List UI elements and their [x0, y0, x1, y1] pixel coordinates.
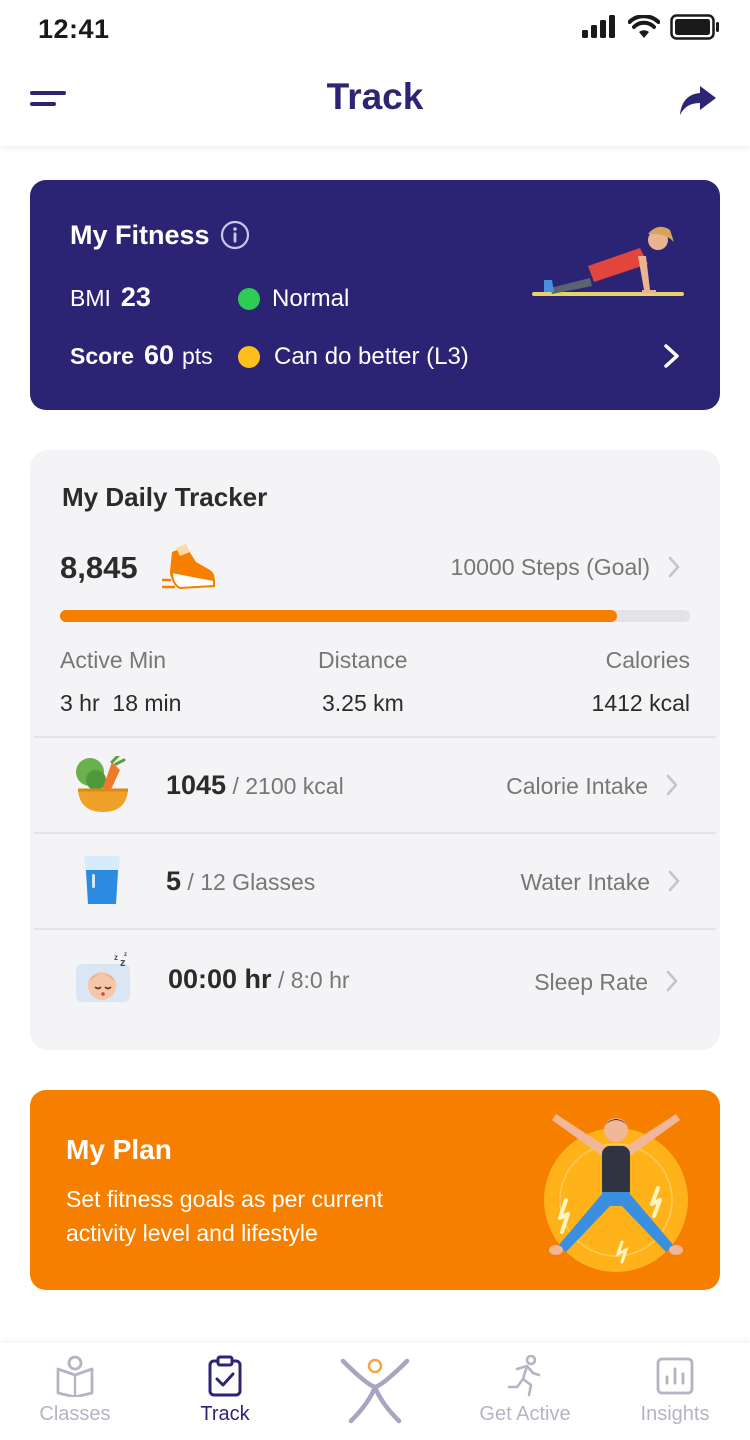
chevron-right-icon[interactable] [667, 870, 681, 892]
tracker-title: My Daily Tracker [62, 482, 268, 512]
jumping-person-illustration [544, 1114, 688, 1272]
status-time: 12:41 [38, 14, 110, 44]
salad-bowl-icon [76, 756, 128, 812]
chevron-right-icon[interactable] [667, 556, 681, 578]
score-row: Score 60 pts [70, 340, 213, 371]
running-shoe-icon [162, 544, 215, 590]
my-fitness-card[interactable]: My Fitness BMI 23 Normal Score 60 pts Ca… [30, 180, 720, 410]
nav-label: Get Active [479, 1403, 571, 1425]
sleep-goal: / 8:0 hr [277, 967, 350, 993]
calorie-intake-label[interactable]: Calorie Intake [506, 773, 648, 800]
chevron-right-icon[interactable] [665, 774, 679, 796]
nav-item-classes[interactable]: Classes [0, 1343, 150, 1440]
nav-item-track[interactable]: Track [150, 1343, 300, 1440]
svg-text:z: z [124, 952, 127, 958]
daily-tracker-card: My Daily Tracker 8,845 10000 Steps (Goal… [30, 450, 720, 1050]
calories-value: 1412 kcal [591, 690, 690, 716]
plank-exercise-illustration [532, 226, 684, 296]
calorie-consumed: 1045 [166, 770, 227, 800]
glasses-consumed: 5 [166, 866, 182, 896]
chevron-right-icon[interactable] [662, 343, 682, 369]
bmi-row: BMI 23 [70, 282, 151, 313]
svg-text:z: z [120, 957, 126, 969]
plan-description-line: activity level and lifestyle [66, 1220, 318, 1246]
plan-title: My Plan [66, 1134, 172, 1165]
cellular-signal-icon [582, 15, 615, 38]
distance-value: 3.25 km [322, 690, 404, 716]
star-person-icon [340, 1358, 410, 1424]
sleep-hours: 00:00 hr [168, 964, 272, 994]
nav-label: Insights [640, 1403, 710, 1425]
water-intake-label[interactable]: Water Intake [520, 869, 650, 896]
svg-text:z: z [114, 953, 118, 962]
nav-item-get-active[interactable]: Get Active [450, 1343, 600, 1440]
nav-label: Track [200, 1403, 250, 1425]
normal-status-dot [238, 288, 260, 310]
bottom-navigation: Classes Track Get Active Insights [0, 1343, 750, 1440]
score-value: 60 [143, 340, 174, 370]
clipboard-check-icon [208, 1355, 242, 1397]
page-title: Track [326, 76, 424, 117]
water-intake-value: 5 / 12 Glasses [166, 866, 315, 897]
score-unit: pts [181, 343, 213, 369]
my-plan-card[interactable]: My Plan Set fitness goals as per current… [30, 1090, 720, 1290]
status-bar: 12:41 [0, 0, 750, 60]
wifi-icon [628, 15, 660, 38]
bmi-label: BMI [70, 285, 111, 311]
steps-progress-fill [60, 610, 618, 622]
app-header: Track [0, 60, 750, 146]
chevron-right-icon[interactable] [665, 970, 679, 992]
calories-label: Calories [605, 647, 690, 673]
nav-label: Classes [39, 1403, 111, 1425]
calorie-total: / 2100 kcal [232, 773, 344, 799]
battery-icon [670, 14, 719, 40]
score-status: Can do better (L3) [274, 343, 469, 370]
divider [34, 736, 716, 738]
steps-progress-bar [60, 610, 690, 622]
divider [34, 832, 716, 834]
book-icon [56, 1355, 94, 1397]
warning-status-dot [238, 346, 260, 368]
steps-count: 8,845 [60, 550, 138, 585]
divider [34, 928, 716, 930]
sleep-value: 00:00 hr / 8:0 hr [168, 964, 350, 995]
sleeping-face-icon: z z z [76, 952, 130, 1002]
nav-item-insights[interactable]: Insights [600, 1343, 750, 1440]
active-min-label: Active Min [60, 647, 167, 673]
calorie-intake-value: 1045 / 2100 kcal [166, 770, 344, 801]
nav-item-center[interactable] [300, 1343, 450, 1440]
plan-description-line: Set fitness goals as per current [66, 1186, 384, 1212]
active-min-value: 3 hr 18 min [60, 690, 182, 716]
glasses-total: / 12 Glasses [187, 869, 316, 895]
score-label: Score [70, 343, 134, 369]
fitness-title: My Fitness [70, 220, 210, 250]
sleep-rate-label[interactable]: Sleep Rate [534, 969, 648, 996]
steps-goal[interactable]: 10000 Steps (Goal) [451, 554, 650, 581]
bmi-status: Normal [272, 285, 350, 312]
info-icon[interactable] [220, 220, 250, 250]
water-glass-icon [84, 856, 120, 904]
share-icon[interactable] [678, 80, 718, 120]
runner-icon [507, 1355, 541, 1397]
bar-chart-icon [656, 1357, 694, 1395]
plan-description: Set fitness goals as per current activit… [66, 1182, 446, 1250]
distance-label: Distance [318, 647, 408, 673]
bmi-value: 23 [120, 282, 151, 312]
status-icons [582, 14, 720, 40]
